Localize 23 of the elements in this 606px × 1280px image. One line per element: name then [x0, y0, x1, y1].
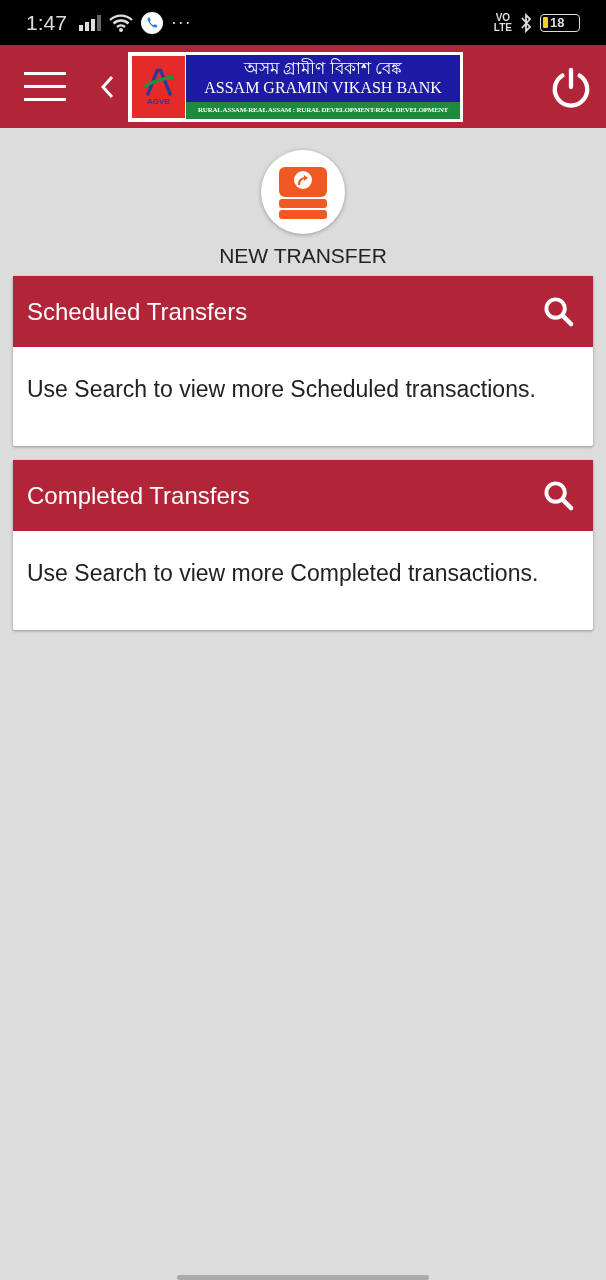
search-button[interactable]: [543, 480, 574, 511]
network-type: VO LTE: [493, 12, 512, 33]
bluetooth-icon: [520, 12, 532, 33]
search-button[interactable]: [543, 296, 574, 327]
more-notifications: ···: [170, 12, 192, 33]
logout-button[interactable]: [550, 65, 592, 108]
clock-time: 1:47: [26, 10, 67, 35]
info-message: Use Search to view more Completed transactions.: [26, 559, 540, 588]
section-title: Scheduled Transfers: [27, 297, 248, 326]
info-message: Use Search to view more Scheduled transactions.: [26, 375, 537, 404]
logo-initials: AGVB: [146, 97, 171, 106]
arch-icon: [141, 67, 176, 97]
battery-icon: 18: [540, 13, 580, 32]
menu-button[interactable]: [24, 71, 66, 102]
money-stack-icon: [261, 150, 345, 234]
back-button[interactable]: [100, 74, 114, 99]
phone-icon: [140, 11, 163, 34]
section-title: Completed Transfers: [27, 481, 250, 510]
bank-name: ASSAM GRAMIN VIKASH BANK: [204, 79, 442, 97]
signal-icon: [78, 14, 101, 31]
wifi-icon: [108, 13, 133, 32]
bank-name-native: অসম গ্ৰামীণ বিকাশ বেঙ্ক: [244, 59, 402, 79]
new-transfer-button[interactable]: NEW TRANSFER: [219, 150, 387, 268]
